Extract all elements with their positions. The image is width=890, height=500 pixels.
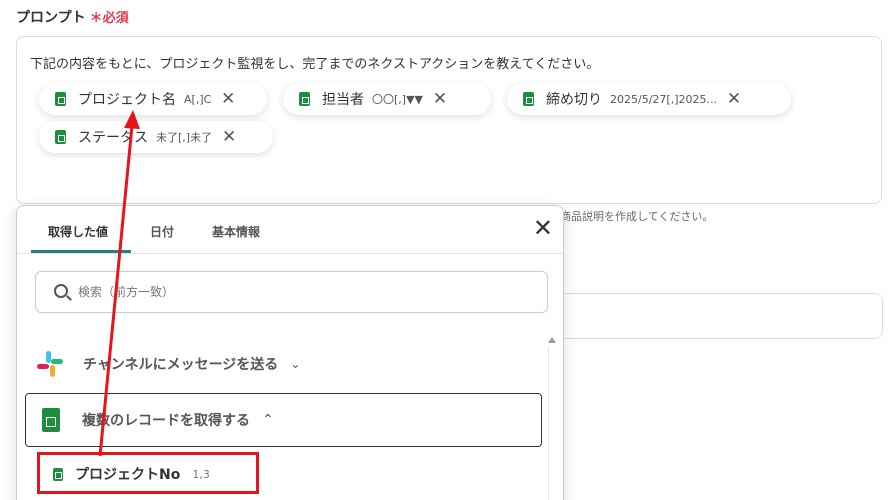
scroll-up-arrow-icon[interactable] — [548, 337, 556, 343]
group-title: 複数のレコードを取得する — [82, 413, 250, 429]
chip-label: プロジェクト名 — [78, 92, 176, 108]
prompt-field-label: プロンプト ＊必須 — [16, 7, 129, 27]
chip-remove-icon[interactable]: ✕ — [219, 89, 237, 109]
variable-chip-status[interactable]: ステータス 未了[,]未了 ✕ — [39, 121, 273, 153]
variable-chip-assignee[interactable]: 担当者 〇〇[,]▼▼ ✕ — [283, 83, 491, 115]
sheets-icon — [53, 467, 63, 481]
item-label: プロジェクトNo — [75, 467, 181, 483]
chip-value: 未了[,]未了 — [156, 131, 213, 144]
search-box[interactable] — [35, 271, 548, 313]
variable-chip-project-name[interactable]: プロジェクト名 A[,]C ✕ — [39, 83, 267, 115]
sheets-icon — [55, 92, 66, 106]
chip-label: ステータス — [78, 130, 148, 146]
required-text: 必須 — [102, 11, 129, 26]
chip-value: 〇〇[,]▼▼ — [372, 93, 423, 106]
sheets-icon — [55, 130, 66, 144]
secondary-input[interactable] — [555, 293, 883, 339]
group-slack-send-message[interactable]: チャンネルにメッセージを送る ⌄ — [37, 344, 537, 384]
chip-value: A[,]C — [184, 92, 212, 106]
chip-remove-icon[interactable]: ✕ — [220, 127, 238, 147]
chip-remove-icon[interactable]: ✕ — [431, 89, 449, 109]
chevron-down-icon: ⌄ — [290, 357, 301, 371]
variable-picker-popup: 取得した値 日付 基本情報 ✕ チャンネルにメッセージを送る ⌄ 複数のレコード… — [16, 205, 564, 500]
chip-remove-icon[interactable]: ✕ — [725, 89, 743, 109]
item-value: 1,3 — [192, 467, 210, 481]
group-title: チャンネルにメッセージを送る — [83, 357, 279, 373]
sheets-icon — [42, 408, 60, 432]
close-icon[interactable]: ✕ — [533, 216, 553, 240]
chevron-up-icon: ⌃ — [262, 412, 274, 428]
picker-tabs: 取得した値 日付 基本情報 ✕ — [17, 206, 563, 254]
value-item-project-no[interactable]: プロジェクトNo 1,3 — [41, 460, 224, 488]
prompt-label-text: プロンプト — [16, 10, 86, 26]
scrollbar[interactable] — [548, 346, 549, 500]
prompt-text: 下記の内容をもとに、プロジェクト監視をし、完了までのネクストアクションを教えてく… — [30, 57, 600, 72]
variable-chip-deadline[interactable]: 締め切り 2025/5/27[,]2025... ✕ — [507, 83, 791, 115]
search-icon — [54, 284, 68, 298]
tab-fetched-values[interactable]: 取得した値 — [48, 223, 108, 240]
search-input[interactable] — [78, 282, 518, 302]
active-tab-indicator — [31, 250, 131, 253]
sheets-icon — [299, 92, 310, 106]
chip-value: 2025/5/27[,]2025... — [610, 92, 717, 106]
slack-icon — [37, 351, 63, 377]
tab-date[interactable]: 日付 — [150, 223, 174, 240]
chip-label: 担当者 — [322, 92, 364, 108]
required-mark: ＊ — [89, 11, 103, 26]
chip-label: 締め切り — [546, 92, 602, 108]
required-badge: ＊必須 — [90, 11, 129, 26]
sheets-icon — [523, 92, 534, 106]
group-sheets-get-records[interactable]: 複数のレコードを取得する ⌃ — [25, 393, 542, 447]
prompt-textarea[interactable]: 下記の内容をもとに、プロジェクト監視をし、完了までのネクストアクションを教えてく… — [16, 36, 882, 204]
tab-basic-info[interactable]: 基本情報 — [212, 223, 260, 240]
field-hint: 商品説明を作成してください。 — [560, 210, 714, 223]
